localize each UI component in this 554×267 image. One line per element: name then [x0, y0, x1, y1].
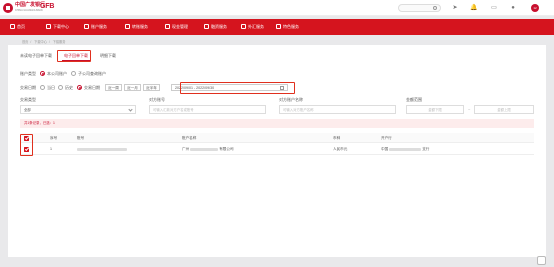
row-index: 1: [50, 147, 52, 151]
table-row[interactable]: 1 广州 有限公司 人民币元 中国 支行: [20, 143, 534, 155]
highlight-box: [180, 82, 295, 94]
feedback-icon[interactable]: [537, 256, 546, 265]
amount-min-input[interactable]: 金额下限: [406, 105, 464, 114]
counter-account-label: 对方账号: [149, 97, 165, 102]
breadcrumb-item: 下载服务: [52, 40, 66, 44]
col-account-name: 账户名称: [182, 136, 197, 140]
bank-logo-icon: [3, 3, 13, 13]
trade-type-select[interactable]: 全部: [20, 105, 136, 114]
account-icon: [84, 24, 89, 29]
row-currency: 人民币元: [333, 147, 348, 151]
radio-own-account[interactable]: [40, 71, 45, 76]
radio-label: 当日: [47, 85, 55, 90]
nav-label: 现金管理: [172, 24, 188, 29]
counter-name-input[interactable]: 可输入对方账户名称: [279, 105, 396, 114]
highlight-box: [20, 134, 33, 156]
brand-logo: GFB: [40, 3, 55, 10]
col-index: 序号: [50, 136, 58, 140]
nav-label: 外汇服务: [248, 24, 264, 29]
screen-icon[interactable]: ▭: [490, 4, 498, 12]
top-header: 中国广发银行 CHINA GUANGFA BANK GFB ➤ 🔔 ▭ ● 12: [0, 0, 554, 16]
row-account-redacted: [77, 143, 127, 155]
trade-type-label: 交易类型: [20, 97, 36, 102]
search-icon: [433, 6, 437, 10]
counter-account-input[interactable]: 可输入汇款对方户名或账号: [149, 105, 266, 114]
breadcrumb-item[interactable]: 首页: [22, 40, 28, 44]
col-account: 账号: [77, 136, 85, 140]
account-type-row: 账户类型 本公司账户 子公司查询账户: [20, 71, 140, 77]
breadcrumb: 首页 / 下载中心 / 下载服务: [22, 40, 66, 44]
star-icon: [276, 24, 281, 29]
finance-icon: [204, 24, 209, 29]
nav-label: 账户服务: [91, 24, 107, 29]
table-header: 序号 账号 账户名称 币种 开户行: [20, 133, 534, 143]
cash-icon: [165, 24, 170, 29]
counter-name-label: 对方账户名称: [279, 97, 303, 102]
amount-range-label: 金额范围: [406, 97, 422, 102]
col-currency: 币种: [333, 136, 341, 140]
radio-label: 本公司账户: [47, 71, 67, 76]
forex-icon: [241, 24, 246, 29]
radio-sub-account[interactable]: [71, 71, 76, 76]
nav-item-download[interactable]: 下载中心: [46, 19, 69, 35]
radio-label: 交易日期: [84, 85, 100, 90]
radio-today[interactable]: [40, 85, 45, 90]
tab-detail-download[interactable]: 明细下载: [100, 51, 122, 61]
row-account-name: 广州 有限公司: [182, 147, 234, 151]
main-nav: 首页 下载中心 账户服务 转账服务 现金管理 融资服务 外汇服务 特色服务: [0, 19, 554, 35]
home-icon: [10, 24, 15, 29]
bank-name-en: CHINA GUANGFA BANK: [15, 9, 43, 12]
quick-week-button[interactable]: 近一周: [105, 84, 122, 91]
nav-label: 特色服务: [283, 24, 299, 29]
breadcrumb-item[interactable]: 下载中心: [34, 40, 47, 44]
user-avatar[interactable]: 12: [531, 4, 539, 12]
date-filter-label: 交易日期: [20, 85, 36, 90]
radio-history[interactable]: [58, 85, 63, 90]
nav-item-home[interactable]: 首页: [10, 19, 25, 35]
send-icon[interactable]: ➤: [451, 4, 459, 12]
radio-label: 历史: [65, 85, 73, 90]
col-bank: 开户行: [381, 136, 392, 140]
radio-date-range[interactable]: [77, 85, 82, 90]
nav-label: 转账服务: [132, 24, 148, 29]
nav-label: 下载中心: [53, 24, 69, 29]
bell-icon[interactable]: 🔔: [470, 4, 478, 12]
row-bank: 中国 支行: [381, 147, 430, 151]
nav-item-cash[interactable]: 现金管理: [165, 19, 188, 35]
range-separator: ~: [468, 107, 471, 112]
chevron-down-icon: [128, 107, 133, 112]
nav-item-transfer[interactable]: 转账服务: [125, 19, 148, 35]
trade-type-value: 全部: [24, 108, 31, 112]
nav-item-special[interactable]: 特色服务: [276, 19, 299, 35]
radio-label: 子公司查询账户: [78, 71, 106, 76]
nav-label: 首页: [17, 24, 25, 29]
highlight-box: [57, 50, 91, 62]
download-icon: [46, 24, 51, 29]
selection-notice: 共1条记录，已选：1: [20, 119, 534, 128]
account-type-label: 账户类型: [20, 71, 36, 76]
content-card: 未读电子回单下载 电子回单下载 明细下载 账户类型 本公司账户 子公司查询账户 …: [8, 45, 546, 257]
global-search-input[interactable]: [398, 4, 441, 12]
tab-unread-receipt[interactable]: 未读电子回单下载: [20, 51, 56, 61]
quick-halfyear-button[interactable]: 近半年: [143, 84, 160, 91]
nav-item-account[interactable]: 账户服务: [84, 19, 107, 35]
amount-max-input[interactable]: 金额上限: [474, 105, 534, 114]
user-icon[interactable]: ●: [509, 4, 517, 12]
transfer-icon: [125, 24, 130, 29]
quick-month-button[interactable]: 近一月: [124, 84, 141, 91]
nav-item-forex[interactable]: 外汇服务: [241, 19, 264, 35]
nav-item-finance[interactable]: 融资服务: [204, 19, 227, 35]
nav-label: 融资服务: [211, 24, 227, 29]
